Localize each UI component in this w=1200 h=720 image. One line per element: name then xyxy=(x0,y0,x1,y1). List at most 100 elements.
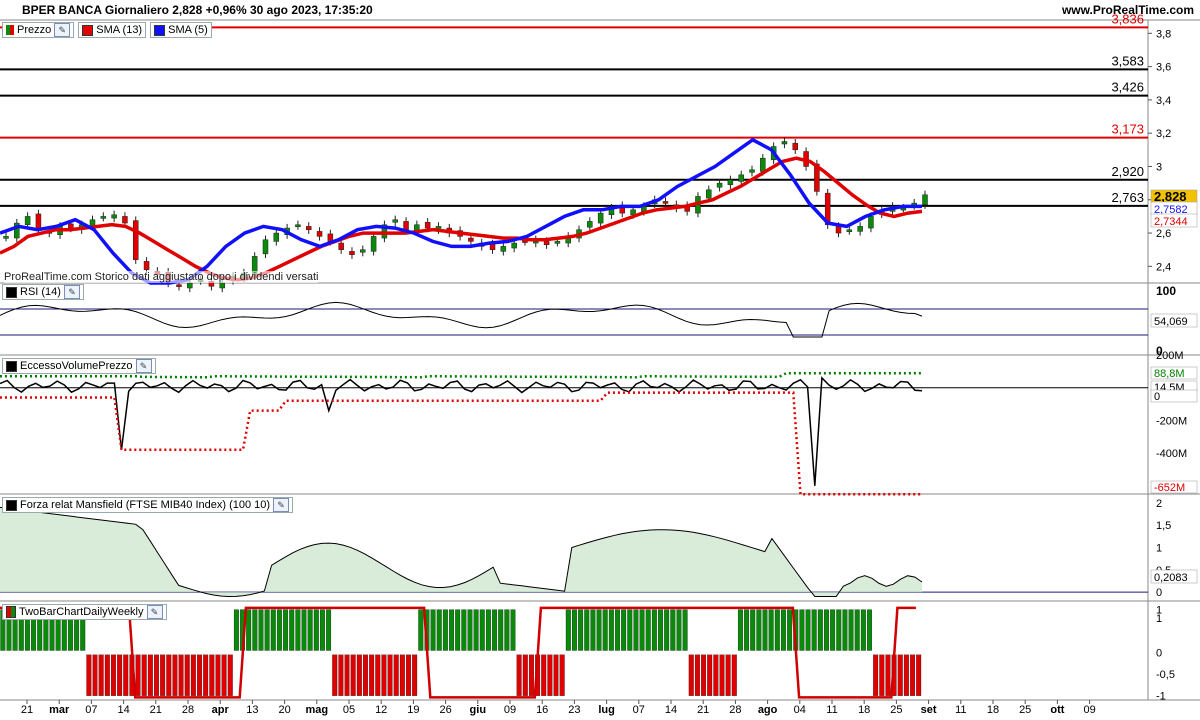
legend-mansfield[interactable]: Forza relat Mansfield (FTSE MIB40 Index)… xyxy=(2,497,294,513)
twobar-bar xyxy=(516,654,522,696)
candle-body xyxy=(111,214,117,219)
x-tick-label: set xyxy=(921,704,937,716)
wrench-icon[interactable]: ✎ xyxy=(146,605,163,619)
volume-legend: EccessoVolumePrezzo ✎ xyxy=(2,358,156,374)
candles-icon xyxy=(6,25,14,35)
wrench-icon[interactable]: ✎ xyxy=(54,23,71,37)
twobar-bar xyxy=(442,609,448,651)
twobar-bar xyxy=(768,609,774,651)
rsi-line xyxy=(0,301,923,338)
x-tick-label: 12 xyxy=(375,704,387,716)
legend-volume[interactable]: EccessoVolumePrezzo ✎ xyxy=(2,358,156,374)
twobar-bar xyxy=(197,654,202,696)
twobar-bar xyxy=(313,609,319,651)
twobar-bar xyxy=(326,609,332,651)
volume-tick-label: -200M xyxy=(1156,415,1187,427)
twobar-bar xyxy=(903,654,909,696)
twobar-bar xyxy=(215,654,221,696)
x-tick-label: 14 xyxy=(665,704,677,716)
twobar-bar xyxy=(676,609,682,651)
twobar-bar xyxy=(541,654,547,696)
candle-body xyxy=(187,282,193,289)
twobar-bar xyxy=(387,654,393,696)
twobar-bar xyxy=(860,609,866,651)
wrench-icon[interactable]: ✎ xyxy=(135,359,152,373)
twobar-bar xyxy=(147,654,153,696)
twobar-bar xyxy=(565,609,571,651)
candle-body xyxy=(857,226,863,232)
twobar-legend: TwoBarChartDailyWeekly ✎ xyxy=(2,604,167,620)
twobar-bar xyxy=(184,654,190,696)
twobar-bar xyxy=(399,654,405,696)
twobar-bar xyxy=(479,609,485,651)
y-tick-label: 3 xyxy=(1156,161,1162,173)
level-label: 3,426 xyxy=(1111,80,1144,95)
twobar-bar xyxy=(154,654,159,696)
twobar-bar xyxy=(301,609,307,651)
twobar-bar xyxy=(356,654,362,696)
twobar-bar xyxy=(559,654,565,696)
x-tick-label: 25 xyxy=(890,704,902,716)
level-label: 2,763 xyxy=(1111,190,1144,205)
twobar-bar xyxy=(504,609,510,651)
rsi-legend: RSI (14) ✎ xyxy=(2,284,84,300)
sma13-line xyxy=(0,156,923,282)
twobar-bar xyxy=(246,609,252,651)
wrench-icon[interactable]: ✎ xyxy=(63,285,80,299)
legend-twobar[interactable]: TwoBarChartDailyWeekly ✎ xyxy=(2,604,167,620)
twobar-bar xyxy=(485,609,491,651)
candle-body xyxy=(349,251,355,255)
wrench-icon[interactable]: ✎ xyxy=(273,498,290,512)
candle-body xyxy=(424,221,431,229)
legend-sma5[interactable]: SMA (5) xyxy=(150,22,212,38)
twobar-tick-label: 0 xyxy=(1156,648,1162,660)
twobar-bar xyxy=(344,654,350,696)
twobar-bar xyxy=(283,609,289,651)
level-label: 3,583 xyxy=(1111,53,1144,68)
twobar-bar xyxy=(498,609,504,651)
twobar-bar xyxy=(873,654,879,696)
twobar-bar xyxy=(258,609,264,651)
twobar-bar xyxy=(916,654,922,696)
mansfield-badge-label: 0,2083 xyxy=(1154,572,1188,584)
twobar-bar xyxy=(627,609,633,651)
twobar-bar xyxy=(879,654,885,696)
candle-body xyxy=(554,241,561,244)
twobar-bar xyxy=(750,609,756,651)
twobar-bar xyxy=(645,609,651,651)
twobar-bar xyxy=(658,609,663,651)
sma13-swatch xyxy=(82,24,94,36)
candle-body xyxy=(587,221,593,228)
x-tick-label: 21 xyxy=(150,704,162,716)
x-tick-label: mar xyxy=(49,704,70,716)
twobar-bar xyxy=(780,609,786,651)
brand-link[interactable]: www.ProRealTime.com xyxy=(1062,3,1194,17)
x-tick-label: 04 xyxy=(794,704,806,716)
twobar-bar xyxy=(670,609,676,651)
twobar-bar xyxy=(338,654,344,696)
twobar-bar xyxy=(639,609,645,651)
volume-tick-label: 200M xyxy=(1156,350,1184,362)
candle-body xyxy=(370,236,377,252)
twobar-bar xyxy=(528,654,534,696)
candle-body xyxy=(749,169,755,173)
mansfield-tick-label: 2 xyxy=(1156,498,1162,510)
candle-body xyxy=(727,179,734,186)
twobar-bar xyxy=(707,654,713,696)
twobar-bar xyxy=(393,654,399,696)
legend-rsi[interactable]: RSI (14) ✎ xyxy=(2,284,84,300)
twobar-bar xyxy=(737,609,743,651)
legend-sma13[interactable]: SMA (13) xyxy=(78,22,147,38)
volume-badge-label: -652M xyxy=(1154,482,1185,494)
mansfield-tick-label: 0 xyxy=(1156,587,1162,599)
x-tick-label: 21 xyxy=(21,704,33,716)
legend-price[interactable]: Prezzo ✎ xyxy=(2,22,75,38)
twobar-bar xyxy=(172,654,178,696)
twobar-bar xyxy=(725,654,731,696)
candle-body xyxy=(760,157,766,172)
x-tick-label: 23 xyxy=(568,704,580,716)
twobar-bar xyxy=(375,654,381,696)
rsi-badge-label: 54,069 xyxy=(1154,316,1188,328)
x-tick-label: apr xyxy=(212,704,230,716)
volume-line xyxy=(0,376,923,486)
